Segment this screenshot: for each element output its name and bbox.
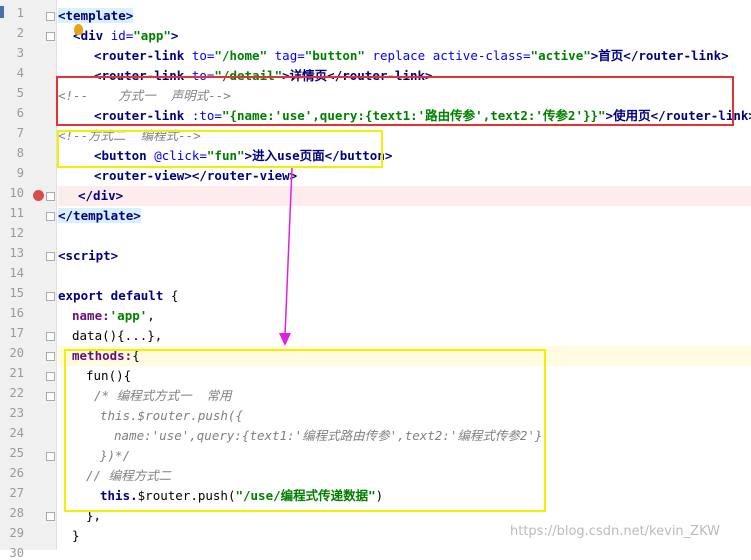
annotation-arrow — [279, 167, 293, 346]
watermark: https://blog.csdn.net/kevin_ZKW — [510, 524, 720, 539]
